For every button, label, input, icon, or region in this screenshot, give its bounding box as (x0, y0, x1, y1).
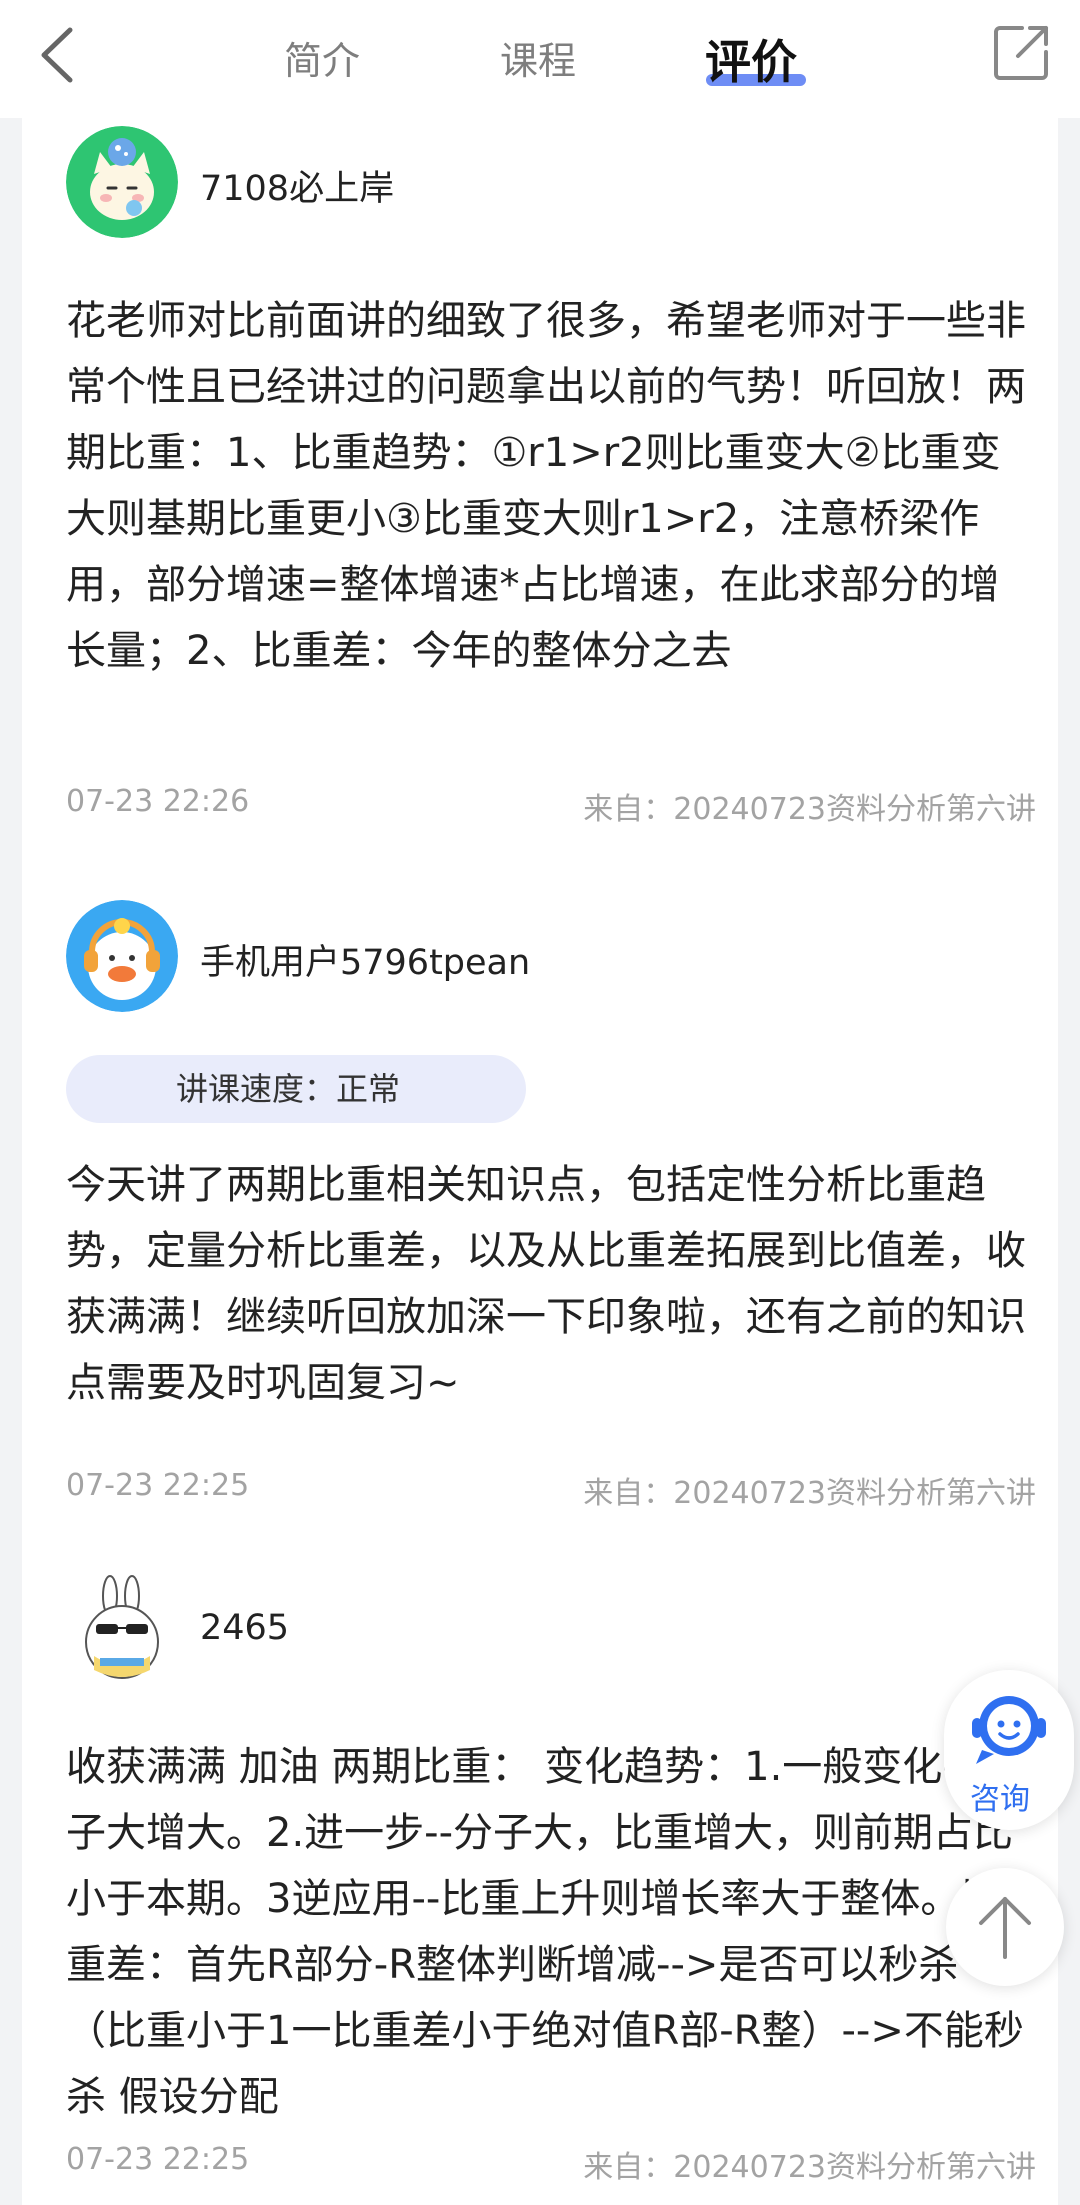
speed-tag-label: 讲课速度：正常 (176, 1070, 401, 1108)
review-text: 今天讲了两期比重相关知识点，包括定性分析比重趋势，定量分析比重差，以及从比重差拓… (66, 1162, 1026, 1406)
cat-avatar-icon (66, 126, 178, 238)
share-button[interactable] (988, 20, 1054, 86)
consult-label: 咨询 (970, 1782, 1030, 1817)
back-button[interactable] (30, 20, 90, 90)
duck-avatar-icon (66, 900, 178, 1012)
review-source: 来自：20240723资料分析第六讲 (583, 792, 1036, 827)
rabbit-avatar-icon (66, 1574, 178, 1686)
review-date: 07-23 22:25 (66, 2142, 250, 2177)
avatar[interactable] (66, 126, 178, 238)
review-source: 来自：20240723资料分析第六讲 (583, 2150, 1036, 2185)
review-source: 来自：20240723资料分析第六讲 (583, 1476, 1036, 1511)
tab-intro[interactable]: 简介 (284, 30, 360, 85)
review-date: 07-23 22:26 (66, 784, 250, 819)
headset-chat-icon (972, 1696, 1046, 1764)
chevron-left-icon (41, 27, 73, 83)
review-list: 7108必上岸 花老师对比前面讲的细致了很多，希望老师对于一些非常个性且已经讲过… (22, 118, 1058, 2205)
review-date: 07-23 22:25 (66, 1468, 250, 1503)
username[interactable]: 7108必上岸 (200, 160, 394, 211)
arrow-up-icon (979, 1897, 1031, 1959)
avatar[interactable] (66, 900, 178, 1012)
avatar[interactable] (66, 1574, 178, 1686)
back-to-top-button[interactable] (946, 1868, 1064, 1986)
share-icon (994, 26, 1048, 80)
review-text: 收获满满 加油 两期比重： 变化趋势：1.一般变化--分子大增大。2.进一步--… (66, 1744, 1024, 2120)
username[interactable]: 2465 (200, 1608, 289, 1648)
username[interactable]: 手机用户5796tpean (200, 934, 530, 985)
review-text: 花老师对比前面讲的细致了很多，希望老师对于一些非常个性且已经讲过的问题拿出以前的… (66, 298, 1026, 674)
tab-course[interactable]: 课程 (500, 30, 576, 85)
consult-button[interactable]: 咨询 (944, 1670, 1074, 1830)
top-nav-bar: 简介 课程 评价 (0, 0, 1080, 118)
speed-tag: 讲课速度：正常 (66, 1055, 526, 1123)
